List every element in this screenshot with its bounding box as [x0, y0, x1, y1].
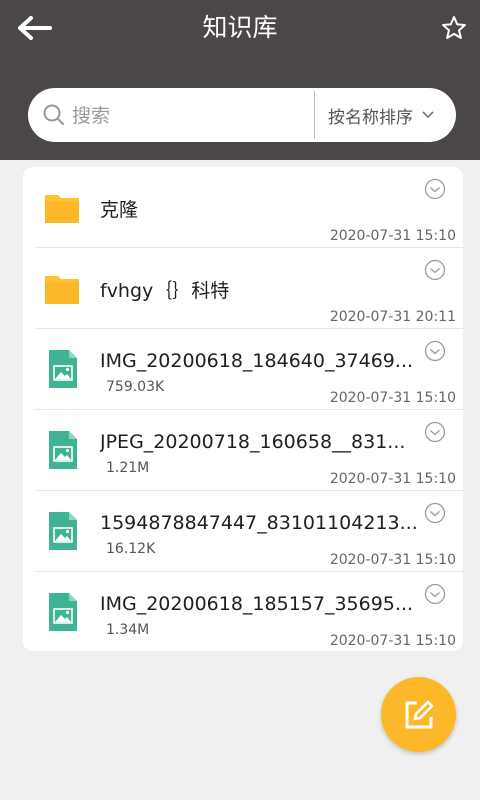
file-date: 2020-07-31 15:10: [329, 633, 456, 649]
favorite-button[interactable]: [438, 12, 470, 44]
app-header: 知识库 按名称排序: [0, 0, 480, 160]
list-item[interactable]: IMG_20200618_185157_35695... 1.34M 2020-…: [23, 572, 463, 651]
chevron-circle-icon[interactable]: [423, 582, 447, 606]
file-name: IMG_20200618_184640_37469...: [100, 350, 414, 372]
chevron-down-icon: [422, 111, 434, 119]
file-size: 16.12K: [106, 541, 156, 557]
chevron-circle-icon[interactable]: [423, 339, 447, 363]
file-date: 2020-07-31 15:10: [329, 471, 456, 487]
list-item[interactable]: IMG_20200618_184640_37469... 759.03K 202…: [23, 329, 463, 410]
chevron-circle-icon[interactable]: [423, 501, 447, 525]
file-list: 克隆 2020-07-31 15:10 fvhgy｛｝科特 2020-07-31…: [23, 167, 463, 651]
sort-label: 按名称排序: [328, 107, 413, 128]
list-item[interactable]: 克隆 2020-07-31 15:10: [23, 167, 463, 248]
folder-icon: [45, 195, 79, 223]
sort-dropdown[interactable]: 按名称排序: [328, 100, 435, 130]
new-note-button[interactable]: [381, 677, 456, 752]
file-size: 1.34M: [106, 622, 150, 638]
folder-icon: [45, 276, 79, 304]
file-size: 1.21M: [106, 460, 150, 476]
chevron-circle-icon[interactable]: [423, 258, 447, 282]
list-item[interactable]: fvhgy｛｝科特 2020-07-31 20:11: [23, 248, 463, 329]
page-title: 知识库: [202, 13, 278, 42]
file-size: 759.03K: [106, 379, 165, 395]
chevron-circle-icon[interactable]: [423, 420, 447, 444]
file-name: 1594878847447_83101104213...: [100, 512, 418, 534]
image-file-icon: [49, 431, 77, 469]
file-date: 2020-07-31 20:11: [329, 309, 456, 325]
edit-icon: [405, 700, 433, 728]
search-divider: [314, 91, 315, 139]
file-name: 克隆: [100, 199, 139, 221]
file-date: 2020-07-31 15:10: [329, 228, 456, 244]
file-date: 2020-07-31 15:10: [329, 552, 456, 568]
image-file-icon: [49, 593, 77, 631]
image-file-icon: [49, 512, 77, 550]
list-item[interactable]: JPEG_20200718_160658__831... 1.21M 2020-…: [23, 410, 463, 491]
search-bar: 按名称排序: [28, 88, 456, 142]
search-icon: [43, 104, 64, 125]
file-date: 2020-07-31 15:10: [329, 390, 456, 406]
chevron-circle-icon[interactable]: [423, 177, 447, 201]
search-input[interactable]: [70, 100, 314, 132]
file-name: JPEG_20200718_160658__831...: [100, 431, 406, 453]
file-name: fvhgy｛｝科特: [100, 280, 230, 302]
file-name: IMG_20200618_185157_35695...: [100, 593, 414, 615]
image-file-icon: [49, 350, 77, 388]
star-outline-icon: [442, 16, 466, 39]
list-item[interactable]: 1594878847447_83101104213... 16.12K 2020…: [23, 491, 463, 572]
